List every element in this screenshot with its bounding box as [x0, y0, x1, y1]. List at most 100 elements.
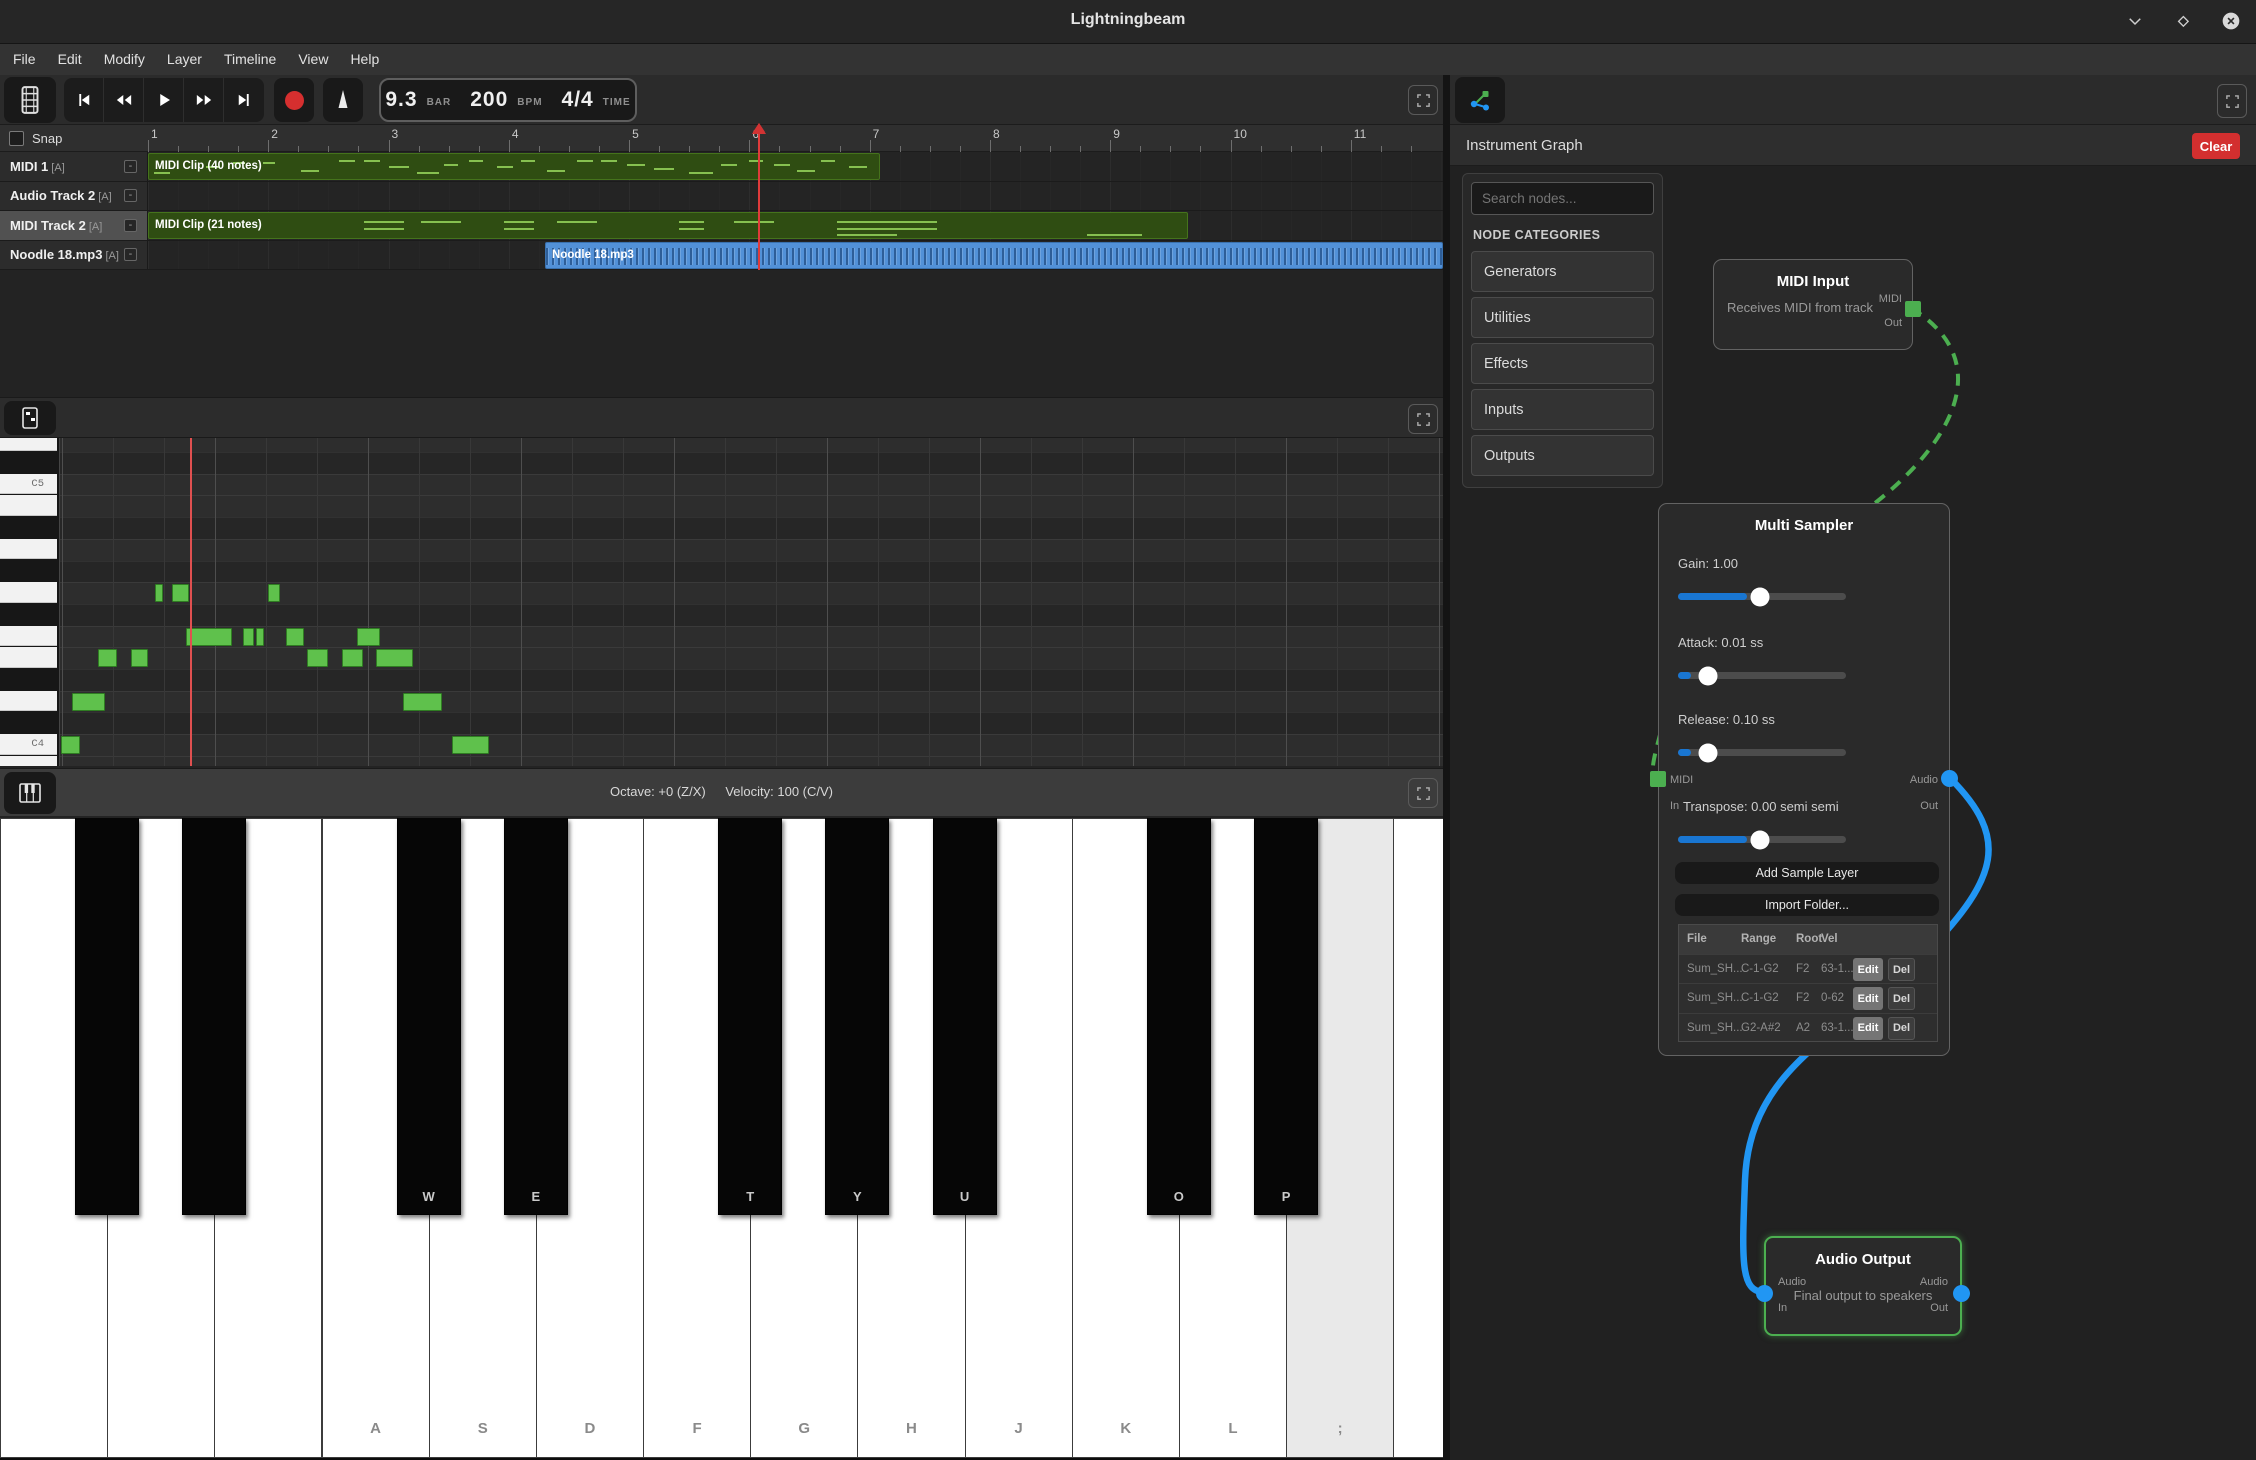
film-icon[interactable]	[4, 77, 56, 123]
midi-note[interactable]	[376, 649, 413, 667]
midi-note[interactable]	[243, 628, 254, 646]
record-button[interactable]	[274, 78, 314, 122]
midi-in-port[interactable]	[1650, 771, 1666, 787]
midi-note[interactable]	[268, 584, 280, 602]
audio-out-port[interactable]	[1941, 770, 1958, 787]
node-multi-sampler[interactable]: Multi Sampler Gain: 1.00 Attack: 0.01 ss…	[1658, 503, 1950, 1056]
keyboard-expand-button[interactable]	[1408, 778, 1438, 808]
clear-button[interactable]: Clear	[2192, 133, 2240, 159]
midi-note[interactable]	[172, 584, 189, 602]
maximize-icon[interactable]	[2172, 10, 2194, 32]
tempo-display[interactable]: 9.3 BAR 200 BPM 4/4 TIME	[379, 78, 637, 122]
play-button[interactable]	[144, 78, 184, 122]
menu-item-help[interactable]: Help	[339, 44, 390, 75]
menu-item-file[interactable]: File	[2, 44, 47, 75]
piano-roll-key[interactable]	[0, 647, 57, 668]
add-sample-layer-button[interactable]: Add Sample Layer	[1675, 862, 1939, 884]
midi-clip[interactable]: MIDI Clip (21 notes)	[148, 212, 1188, 239]
track-label-noodle-18-mp3[interactable]: Noodle 18.mp3[A]-	[0, 241, 148, 270]
piano-roll[interactable]: C5 C4	[0, 438, 1443, 766]
delete-button[interactable]: Del	[1888, 987, 1915, 1010]
midi-note[interactable]	[307, 649, 328, 667]
node-midi-input[interactable]: MIDI Input Receives MIDI from track MIDI…	[1713, 259, 1913, 350]
black-key-Y[interactable]: Y	[825, 818, 889, 1215]
gain-slider[interactable]	[1678, 593, 1846, 600]
node-graph-icon[interactable]	[1455, 77, 1505, 123]
piano-roll-key-column[interactable]: C5 C4	[0, 438, 60, 766]
delete-button[interactable]: Del	[1888, 1017, 1915, 1040]
midi-note[interactable]	[452, 736, 489, 754]
white-key[interactable]	[1393, 818, 1443, 1458]
track-label-midi-track-2[interactable]: MIDI Track 2[A]-	[0, 211, 148, 240]
audio-in-port[interactable]	[1756, 1285, 1773, 1302]
close-icon[interactable]	[2220, 10, 2242, 32]
black-key-E[interactable]: E	[504, 818, 568, 1215]
piano-roll-playhead[interactable]	[190, 438, 192, 766]
black-key-P[interactable]: P	[1254, 818, 1318, 1215]
midi-note[interactable]	[342, 649, 363, 667]
piano-roll-expand-button[interactable]	[1408, 404, 1438, 434]
skip-start-button[interactable]	[64, 78, 104, 122]
skip-end-button[interactable]	[224, 78, 264, 122]
rewind-button[interactable]	[104, 78, 144, 122]
midi-note[interactable]	[155, 584, 163, 602]
track-checkbox[interactable]: -	[124, 189, 137, 202]
metronome-button[interactable]	[323, 78, 363, 122]
timeline-expand-button[interactable]	[1408, 85, 1438, 115]
track-label-midi-1[interactable]: MIDI 1[A]-	[0, 152, 148, 181]
slider-thumb[interactable]	[1751, 830, 1770, 849]
midi-note[interactable]	[286, 628, 304, 646]
release-slider[interactable]	[1678, 749, 1846, 756]
slider-thumb[interactable]	[1699, 666, 1718, 685]
midi-note[interactable]	[72, 693, 105, 711]
timeline-playhead[interactable]	[758, 125, 760, 270]
minimize-icon[interactable]	[2124, 10, 2146, 32]
menu-item-timeline[interactable]: Timeline	[213, 44, 287, 75]
edit-button[interactable]: Edit	[1853, 958, 1883, 981]
pane-divider[interactable]	[1443, 75, 1450, 1460]
menu-item-layer[interactable]: Layer	[156, 44, 213, 75]
midi-note[interactable]	[357, 628, 380, 646]
midi-note[interactable]	[403, 693, 442, 711]
midi-note[interactable]	[256, 628, 264, 646]
search-input[interactable]	[1471, 182, 1654, 215]
piano-roll-key[interactable]	[0, 539, 57, 560]
track-checkbox[interactable]: -	[124, 160, 137, 173]
transpose-slider[interactable]	[1678, 836, 1846, 843]
midi-note[interactable]	[98, 649, 117, 667]
piano-roll-key[interactable]: C5	[0, 474, 57, 495]
piano-roll-key[interactable]	[0, 495, 57, 516]
attack-slider[interactable]	[1678, 672, 1846, 679]
track-checkbox[interactable]: -	[124, 219, 137, 232]
slider-thumb[interactable]	[1751, 587, 1770, 606]
midi-note[interactable]	[186, 628, 232, 646]
track-label-audio-track-2[interactable]: Audio Track 2[A]-	[0, 182, 148, 211]
piano-roll-key[interactable]	[0, 626, 57, 647]
category-button-inputs[interactable]: Inputs	[1471, 389, 1654, 430]
category-button-utilities[interactable]: Utilities	[1471, 297, 1654, 338]
edit-button[interactable]: Edit	[1853, 987, 1883, 1010]
delete-button[interactable]: Del	[1888, 958, 1915, 981]
node-audio-output[interactable]: Audio Output Final output to speakers Au…	[1764, 1236, 1962, 1336]
slider-thumb[interactable]	[1699, 743, 1718, 762]
category-button-outputs[interactable]: Outputs	[1471, 435, 1654, 476]
midi-note[interactable]	[131, 649, 148, 667]
fast-forward-button[interactable]	[184, 78, 224, 122]
black-key-U[interactable]: U	[933, 818, 997, 1215]
node-graph-canvas[interactable]: NODE CATEGORIES GeneratorsUtilitiesEffec…	[1450, 166, 2256, 1460]
track-checkbox[interactable]: -	[124, 248, 137, 261]
menu-item-view[interactable]: View	[287, 44, 339, 75]
black-key[interactable]	[75, 818, 139, 1215]
black-key-O[interactable]: O	[1147, 818, 1211, 1215]
import-folder-button[interactable]: Import Folder...	[1675, 894, 1939, 916]
audio-out-port[interactable]	[1953, 1285, 1970, 1302]
piano-roll-icon[interactable]	[4, 401, 56, 435]
piano-roll-key[interactable]: C4	[0, 734, 57, 755]
audio-clip[interactable]: Noodle 18.mp3	[545, 242, 1443, 269]
piano-roll-key[interactable]	[0, 438, 57, 451]
menu-item-modify[interactable]: Modify	[93, 44, 156, 75]
piano-roll-key[interactable]	[0, 582, 57, 603]
black-key[interactable]	[182, 818, 246, 1215]
edit-button[interactable]: Edit	[1853, 1017, 1883, 1040]
graph-expand-button[interactable]	[2217, 84, 2247, 118]
